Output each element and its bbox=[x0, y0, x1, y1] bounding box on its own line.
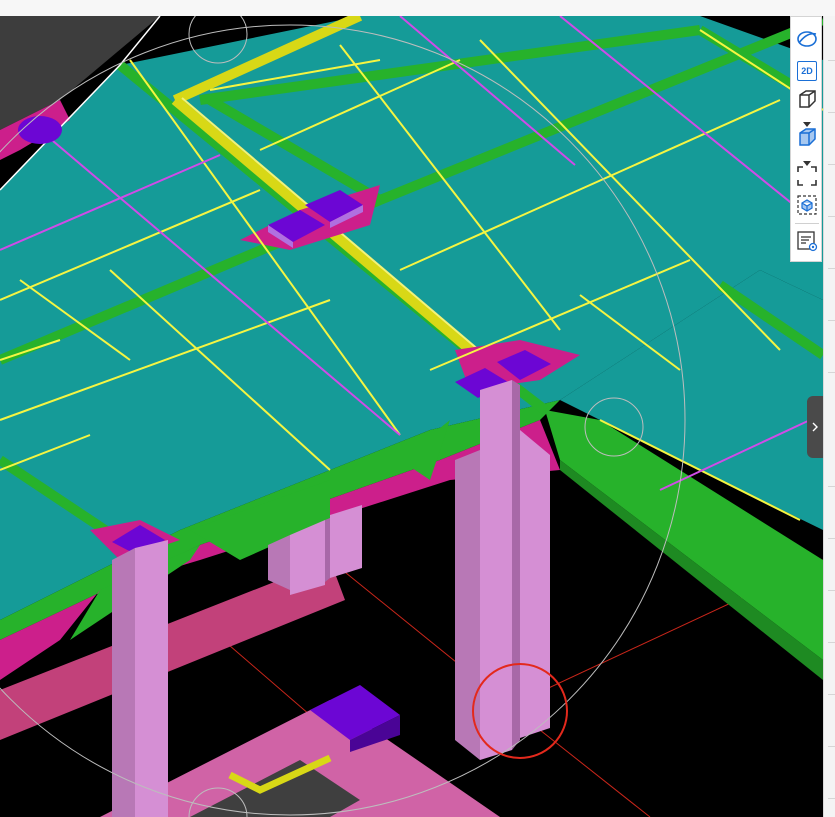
side-panel-collapse-button[interactable] bbox=[807, 396, 823, 458]
corner-cap bbox=[18, 116, 62, 144]
orbit-button[interactable] bbox=[795, 27, 819, 51]
shading-dropdown[interactable] bbox=[803, 154, 811, 166]
wireframe-dropdown[interactable] bbox=[803, 115, 811, 127]
shaded-cube-button[interactable] bbox=[795, 125, 819, 149]
properties-button[interactable] bbox=[795, 229, 819, 253]
3d-model-viewport[interactable] bbox=[0, 16, 823, 817]
window-top-strip bbox=[0, 0, 835, 16]
wireframe-cube-button[interactable] bbox=[795, 87, 819, 111]
fit-view-icon bbox=[796, 165, 818, 187]
chevron-right-icon bbox=[812, 422, 818, 432]
view-2d-button[interactable]: 2D bbox=[795, 59, 819, 83]
fit-view-button[interactable] bbox=[795, 164, 819, 188]
wireframe-cube-icon bbox=[796, 88, 818, 110]
view-2d-icon: 2D bbox=[797, 61, 817, 81]
properties-icon bbox=[796, 230, 818, 252]
side-panel-edge bbox=[823, 16, 835, 817]
orbit-icon bbox=[796, 28, 818, 50]
model-scene bbox=[0, 16, 823, 817]
shaded-cube-icon bbox=[796, 126, 818, 148]
toolbar-separator bbox=[795, 223, 819, 224]
isolate-icon bbox=[796, 194, 818, 216]
isolate-button[interactable] bbox=[795, 193, 819, 217]
view-2d-label: 2D bbox=[801, 65, 813, 76]
view-toolbar: 2D bbox=[790, 16, 822, 262]
